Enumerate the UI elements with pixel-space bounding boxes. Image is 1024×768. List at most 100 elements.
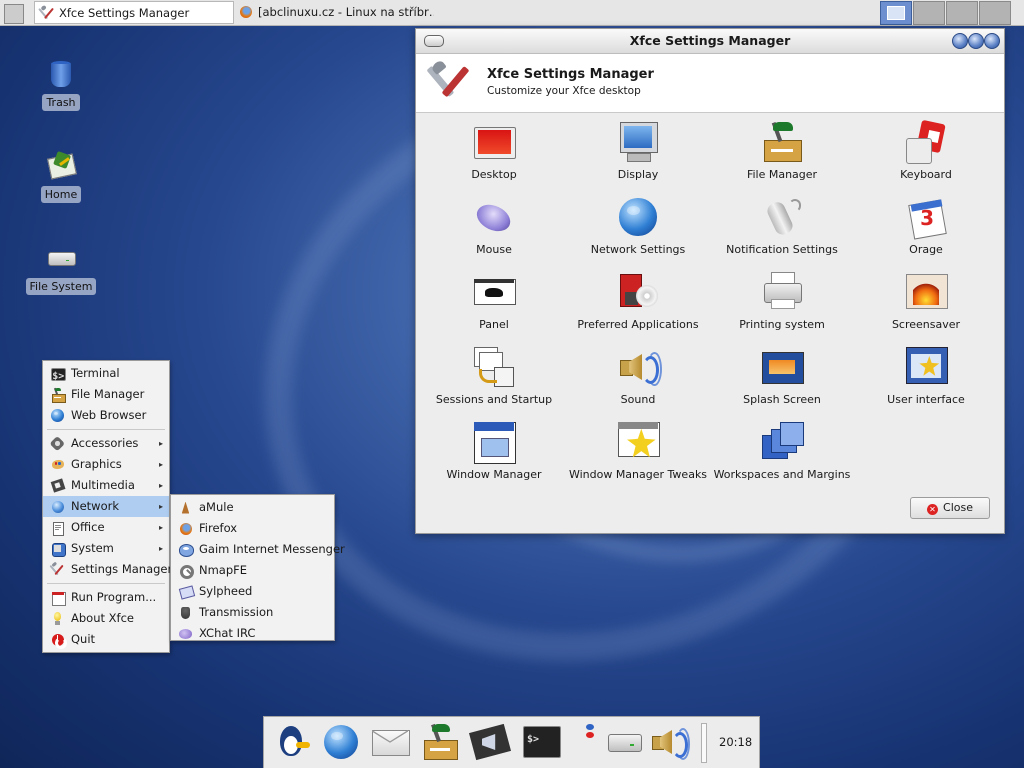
xfce-mouse-icon[interactable] [272,722,312,762]
file-manager-icon[interactable] [420,722,460,762]
settings-item-label: Network Settings [590,243,686,256]
taskbar-button[interactable]: [abclinuxu.cz - Linux na stříbr… [234,1,434,24]
desktop-icon-home[interactable]: Home [21,150,101,203]
settings-item-user-interface[interactable]: User interface [854,344,998,414]
window-title: Xfce Settings Manager [629,33,791,48]
drive-icon[interactable] [604,722,644,762]
menu-item-graphics[interactable]: Graphics ▸ [43,454,169,475]
amule-icon [178,500,193,515]
sessions-icon [472,345,516,389]
menu-item-multimedia[interactable]: Multimedia ▸ [43,475,169,496]
menu-item-web-browser[interactable]: Web Browser [43,405,169,426]
workspace-3[interactable] [946,1,978,25]
settings-item-panel[interactable]: Panel [422,269,566,339]
submenu-item-gaim-internet-messenger[interactable]: Gaim Internet Messenger [171,539,345,560]
settings-item-orage[interactable]: 3 Orage [854,194,998,264]
media-player-icon[interactable] [468,722,512,762]
submenu-item-label: XChat IRC [199,626,256,640]
menu-item-run-program[interactable]: Run Program... [43,587,169,608]
settings-item-window-manager[interactable]: Window Manager [422,419,566,489]
taskbar-button[interactable]: Xfce Settings Manager [34,1,234,24]
lock-icon[interactable] [582,723,598,763]
menu-item-accessories[interactable]: Accessories ▸ [43,433,169,454]
menu-item-system[interactable]: System ▸ [43,538,169,559]
settings-item-preferred-applications[interactable]: Preferred Applications [566,269,710,339]
edit-launcher-icon[interactable] [2,2,24,24]
minimize-button[interactable] [952,33,968,49]
settings-item-printing-system[interactable]: Printing system [710,269,854,339]
settings-item-screensaver[interactable]: Screensaver [854,269,998,339]
submenu-item-nmapfe[interactable]: NmapFE [171,560,334,581]
wm-tweaks-icon [616,420,660,464]
submenu-item-sylpheed[interactable]: Sylpheed [171,581,334,602]
close-button[interactable]: ✕ Close [910,497,990,519]
panel-icon [472,270,516,314]
settings-item-sound[interactable]: Sound [566,344,710,414]
settings-item-label: Window Manager [446,468,542,481]
speaker-icon[interactable] [648,722,690,762]
sylpheed-icon [178,584,195,600]
window-menu-button[interactable] [424,35,444,47]
submenu-item-xchat-irc[interactable]: XChat IRC [171,623,334,644]
mouse-icon [472,195,516,239]
workspace-4[interactable] [979,1,1011,25]
submenu-item-firefox[interactable]: Firefox [171,518,334,539]
settings-item-display[interactable]: Display [566,119,710,189]
menu-item-file-manager[interactable]: File Manager [43,384,169,405]
settings-item-label: Screensaver [891,318,961,331]
settings-item-mouse[interactable]: Mouse [422,194,566,264]
desktop-icon-trash[interactable]: Trash [21,58,101,111]
mail-icon[interactable] [370,722,410,762]
firefox-icon [238,4,254,20]
menu-item-quit[interactable]: Quit [43,629,169,650]
workspace-pager[interactable] [880,1,1012,25]
preferred-apps-icon [616,270,660,314]
globe-icon[interactable] [321,722,361,762]
settings-item-workspaces-and-margins[interactable]: Workspaces and Margins [710,419,854,489]
menu-item-terminal[interactable]: $> Terminal [43,363,169,384]
menu-item-about-xfce[interactable]: About Xfce [43,608,169,629]
terminal-icon[interactable]: $> [521,722,561,762]
maximize-button[interactable] [968,33,984,49]
magnifier-icon [178,563,194,579]
settings-item-network-settings[interactable]: Network Settings [566,194,710,264]
menu-item-settings-manager[interactable]: Settings Manager [43,559,173,580]
workspace-2[interactable] [913,1,945,25]
settings-item-label: Display [617,168,659,181]
xchat-icon [178,626,193,641]
settings-item-file-manager[interactable]: File Manager [710,119,854,189]
menu-item-label: About Xfce [71,611,134,625]
submenu-arrow-icon: ▸ [158,439,163,448]
menu-item-label: File Manager [71,387,145,401]
menu-item-label: System [71,541,114,555]
settings-item-label: Splash Screen [743,393,821,406]
trash-icon [45,58,77,90]
run-icon [50,590,66,606]
window-titlebar[interactable]: Xfce Settings Manager [416,29,1004,54]
settings-item-desktop[interactable]: Desktop [422,119,566,189]
dock-handle[interactable] [701,723,707,763]
taskbar-button-label: Xfce Settings Manager [59,6,190,20]
workspace-1[interactable] [880,1,912,25]
menu-item-network[interactable]: Network ▸ [43,496,169,517]
settings-item-splash-screen[interactable]: Splash Screen [710,344,854,414]
menu-item-label: Settings Manager [71,562,173,576]
settings-item-label: Orage [909,243,943,256]
close-window-button[interactable] [984,33,1000,49]
transmission-icon [178,605,193,620]
submenu-arrow-icon: ▸ [158,544,163,553]
settings-item-window-manager-tweaks[interactable]: Window Manager Tweaks [566,419,710,489]
submenu-item-transmission[interactable]: Transmission [171,602,334,623]
menu-item-office[interactable]: Office ▸ [43,517,169,538]
settings-item-notification-settings[interactable]: Notification Settings [710,194,854,264]
file-manager-icon [50,387,66,403]
submenu-item-amule[interactable]: aMule [171,497,334,518]
home-icon [45,150,77,182]
menu-item-label: Multimedia [71,478,135,492]
desktop-icon-file-system[interactable]: File System [21,242,101,295]
settings-item-sessions-and-startup[interactable]: Sessions and Startup [422,344,566,414]
settings-item-label: Printing system [739,318,825,331]
menu-separator [47,583,165,584]
submenu-arrow-icon: ▸ [158,502,163,511]
settings-item-keyboard[interactable]: Keyboard [854,119,998,189]
